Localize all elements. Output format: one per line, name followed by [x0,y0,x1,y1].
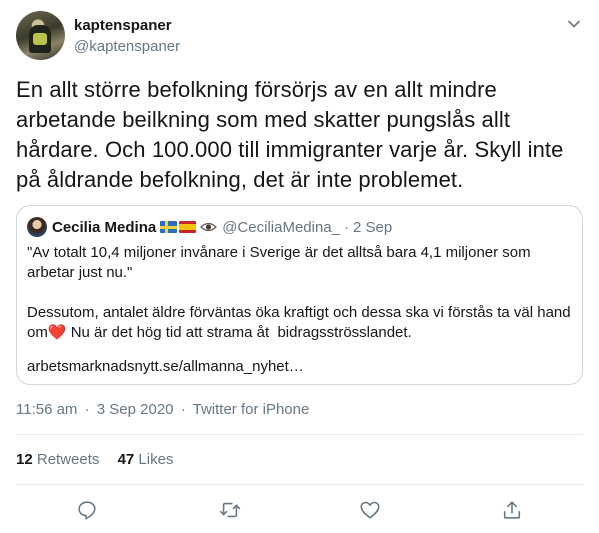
tweet-date[interactable]: 3 Sep 2020 [97,401,174,418]
more-options-button[interactable] [565,15,583,33]
quoted-tweet-header: Cecilia Medina @CeciliaMedina_ · 2 Sep [27,217,392,237]
quoted-tweet-text: "Av totalt 10,4 miljoner invånare i Sver… [27,243,572,343]
time-date-separator: · [84,401,90,418]
red-heart-emoji: ❤️ [47,324,67,341]
quoted-date: 2 Sep [352,218,393,236]
quoted-body-part2: Nu är det hög tid att strama åt bidragss… [66,324,412,341]
retweets-stat[interactable]: 12 Retweets [16,451,99,468]
action-bar [0,497,599,523]
reply-icon [78,501,96,520]
spain-flag-icon [179,221,197,233]
tweet-metadata: 11:56 am · 3 Sep 2020 · Twitter for iPho… [16,401,309,418]
tweet-text: En allt större befolkning försörjs av en… [16,77,564,192]
quoted-handle: @CeciliaMedina_ [222,218,340,236]
tweet-stats: 12 Retweets 47 Likes [16,451,173,468]
quoted-tweet[interactable]: Cecilia Medina @CeciliaMedina_ · 2 Sep "… [16,205,583,385]
likes-label: Likes [138,451,174,468]
share-icon [503,501,521,519]
retweets-count: 12 [16,451,33,468]
author-handle[interactable]: @kaptenspaner [74,38,180,55]
tweet-source[interactable]: Twitter for iPhone [193,401,310,418]
date-source-separator: · [180,401,186,418]
tweet-header: kaptenspaner @kaptenspaner [16,11,583,61]
tweet-time[interactable]: 11:56 am [16,401,77,418]
author-display-name[interactable]: kaptenspaner [74,17,172,34]
heart-icon [360,501,380,519]
eye-icon [200,222,218,232]
sweden-flag-icon [160,221,178,233]
like-button[interactable] [357,497,383,523]
divider [16,484,583,485]
divider [16,434,583,435]
share-button[interactable] [499,497,525,523]
reply-button[interactable] [74,497,100,523]
likes-stat[interactable]: 47 Likes [118,451,174,468]
retweets-label: Retweets [36,451,100,468]
retweet-icon [219,502,241,518]
quoted-avatar [27,217,47,237]
quoted-separator: · [343,218,349,236]
avatar[interactable] [16,11,65,60]
quoted-display-name: Cecilia Medina [52,218,157,236]
likes-count: 47 [117,451,135,468]
tweet-card: kaptenspaner @kaptenspaner En allt störr… [0,0,599,533]
chevron-down-icon [568,20,580,28]
quoted-link[interactable]: arbetsmarknadsnytt.se/allmanna_nyhet… [27,358,304,375]
retweet-button[interactable] [217,497,243,523]
